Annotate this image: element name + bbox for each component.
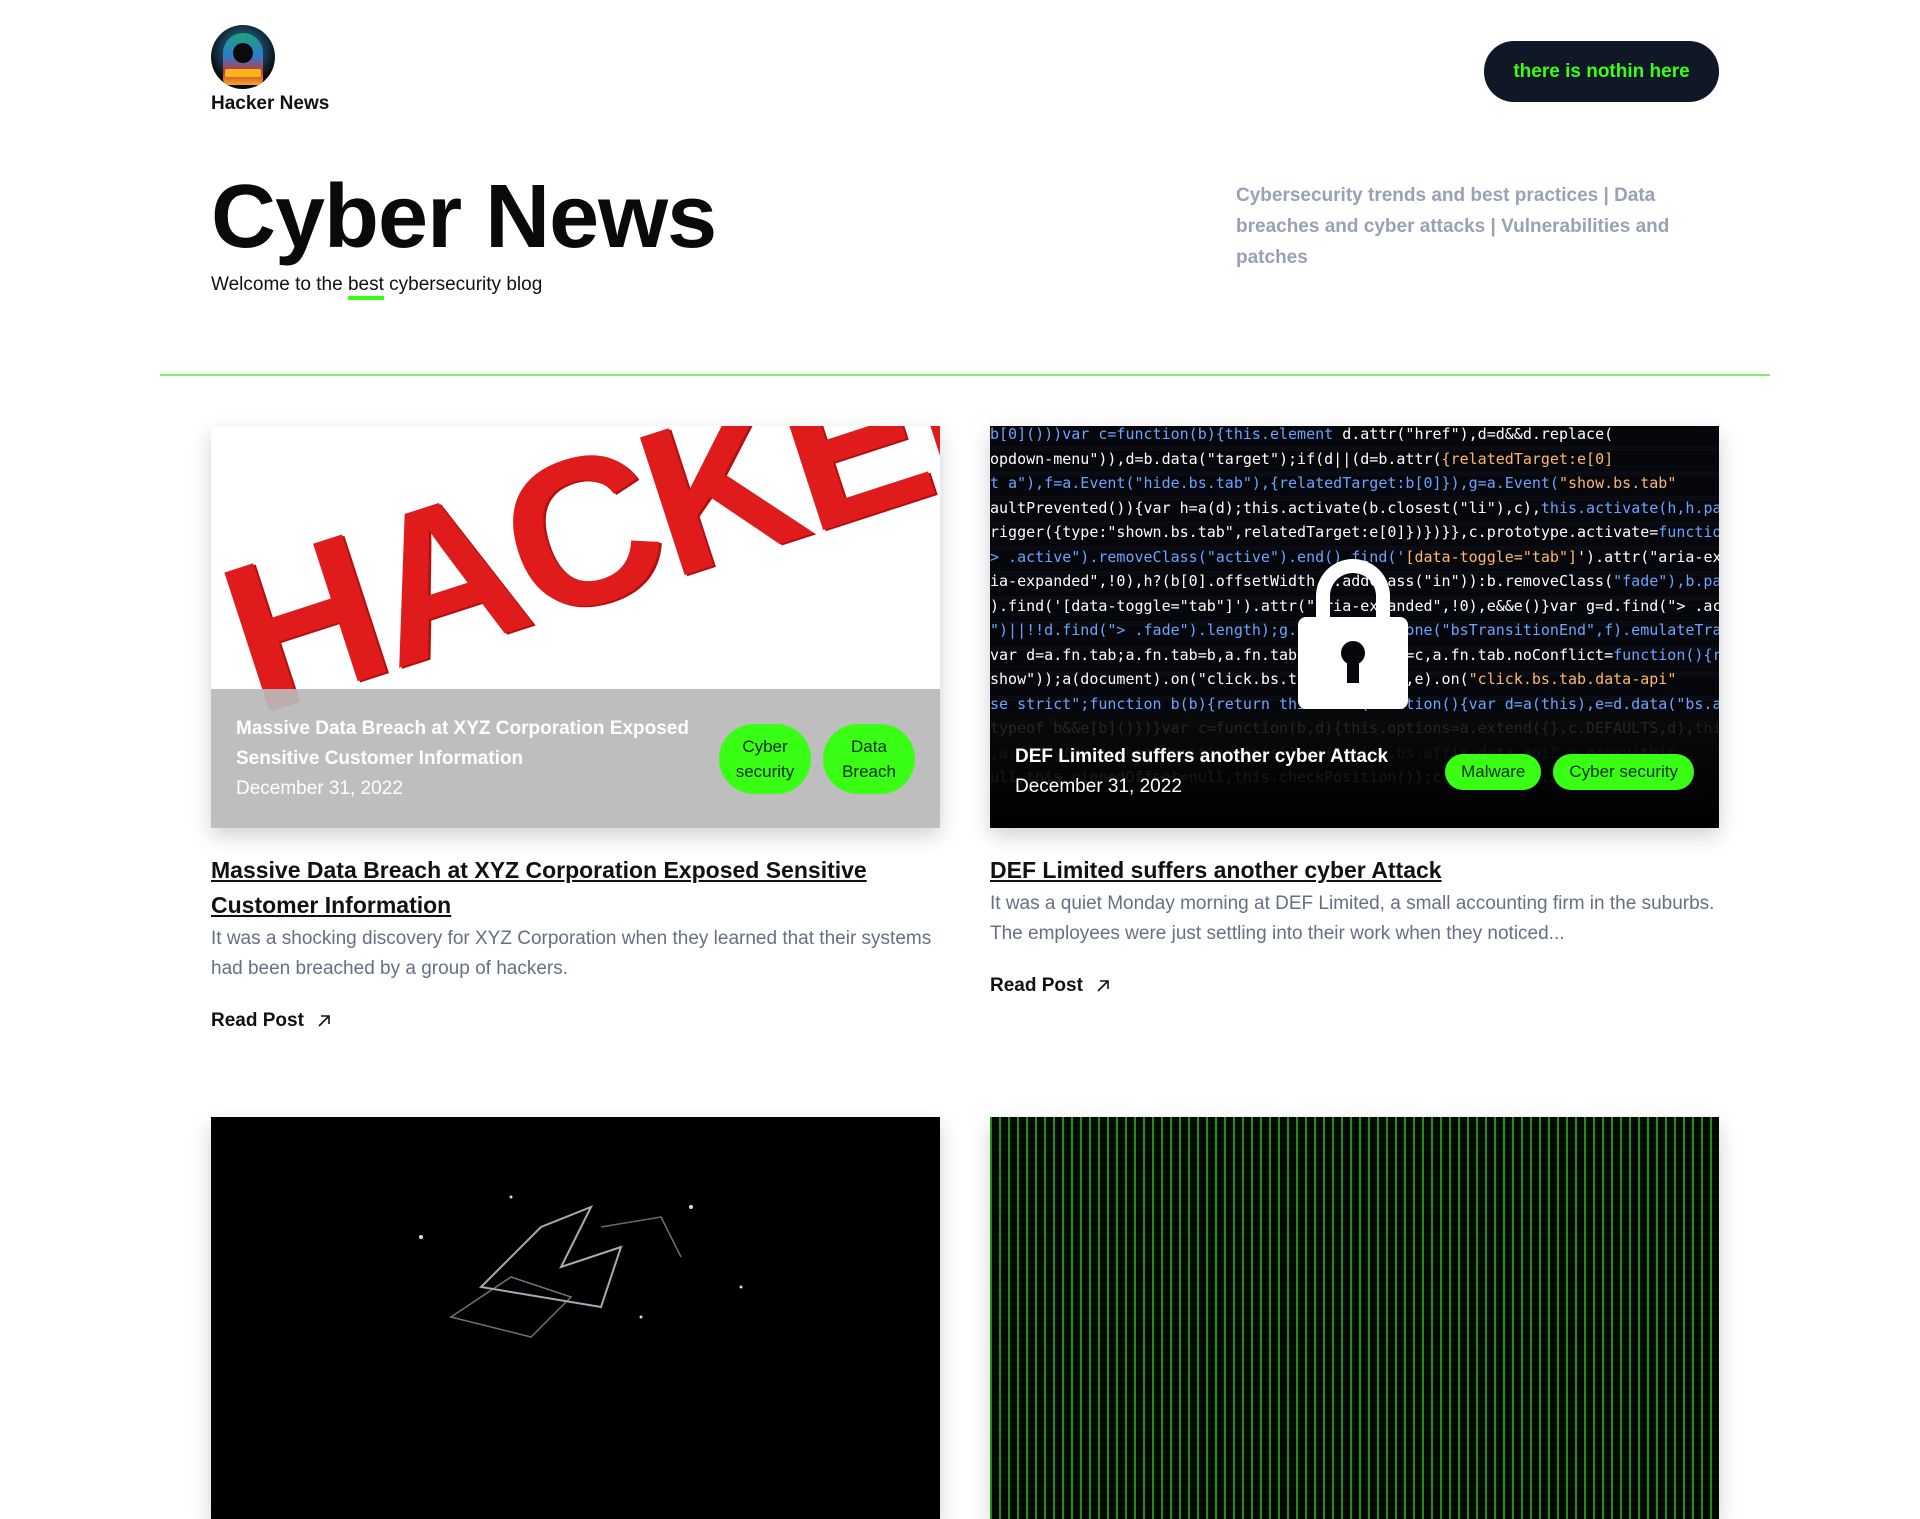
post-date: December 31, 2022 bbox=[236, 777, 403, 799]
subtitle-post: cybersecurity blog bbox=[383, 274, 543, 295]
avatar bbox=[211, 25, 275, 89]
read-post-link[interactable]: Read Post bbox=[211, 1010, 332, 1032]
section-divider bbox=[160, 374, 1770, 376]
tag-cyber-security[interactable]: Cyber security bbox=[1553, 753, 1694, 790]
post-image[interactable] bbox=[990, 1117, 1719, 1519]
nothing-here-button[interactable]: there is nothin here bbox=[1484, 41, 1719, 102]
arrow-up-right-icon bbox=[1097, 980, 1109, 992]
page-title: Cyber News bbox=[211, 167, 717, 267]
post-title-link[interactable]: DEF Limited suffers another cyber Attack bbox=[990, 853, 1719, 888]
read-post-link[interactable]: Read Post bbox=[990, 975, 1111, 997]
post-image-overlay: DEF Limited suffers another cyber Attack… bbox=[990, 715, 1719, 828]
tagline: Cybersecurity trends and best practices … bbox=[1236, 185, 1670, 268]
page-subtitle: Welcome to the best cybersecurity blog bbox=[211, 274, 543, 300]
arrow-up-right-icon bbox=[318, 1015, 330, 1027]
matrix-code-image bbox=[990, 1117, 1719, 1519]
subtitle-highlight: best bbox=[347, 274, 384, 300]
read-post-label: Read Post bbox=[211, 1010, 304, 1031]
post-title-link[interactable]: Massive Data Breach at XYZ Corporation E… bbox=[211, 853, 940, 923]
subtitle-pre: Welcome to the bbox=[211, 274, 348, 295]
padlock-icon bbox=[1298, 559, 1408, 709]
post-excerpt: It was a shocking discovery for XYZ Corp… bbox=[211, 928, 932, 979]
post-date: December 31, 2022 bbox=[1015, 775, 1182, 797]
post-image[interactable]: b[0]()))var c=function(b){this.element d… bbox=[990, 426, 1719, 828]
overlay-title: Massive Data Breach at XYZ Corporation E… bbox=[236, 717, 689, 769]
site-logo[interactable] bbox=[211, 25, 275, 89]
tag-data-breach[interactable]: Data Breach bbox=[823, 723, 915, 794]
tag-malware[interactable]: Malware bbox=[1445, 753, 1542, 790]
post-card bbox=[990, 1117, 1719, 1519]
shattered-glass-image bbox=[419, 1195, 743, 1338]
post-image-overlay: Massive Data Breach at XYZ Corporation E… bbox=[211, 689, 940, 828]
tag-cyber-security[interactable]: Cyber security bbox=[719, 723, 811, 794]
post-card: HACKED Massive Data Breach at XYZ Corpor… bbox=[211, 426, 940, 828]
post-image[interactable] bbox=[211, 1117, 940, 1519]
post-image[interactable]: HACKED Massive Data Breach at XYZ Corpor… bbox=[211, 426, 940, 828]
post-excerpt: It was a quiet Monday morning at DEF Lim… bbox=[990, 893, 1715, 944]
post-card bbox=[211, 1117, 940, 1519]
brand-name[interactable]: Hacker News bbox=[211, 93, 329, 115]
read-post-label: Read Post bbox=[990, 975, 1083, 996]
overlay-title: DEF Limited suffers another cyber Attack bbox=[1015, 745, 1389, 767]
post-card: b[0]()))var c=function(b){this.element d… bbox=[990, 426, 1719, 828]
